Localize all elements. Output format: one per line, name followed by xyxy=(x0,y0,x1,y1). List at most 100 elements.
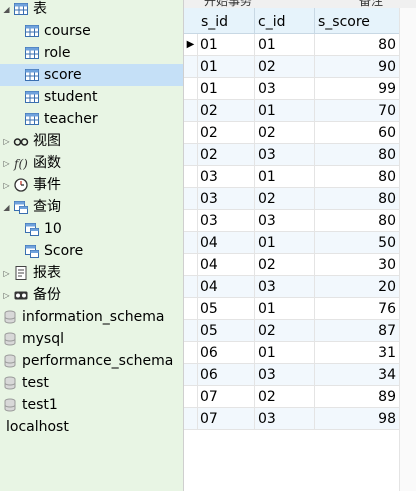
row-indicator[interactable] xyxy=(184,166,198,188)
navigator-item[interactable]: ▷ 备份 xyxy=(0,284,183,306)
collapse-arrow-icon[interactable]: ◢ xyxy=(2,203,11,212)
row-indicator[interactable] xyxy=(184,408,198,430)
navigator-item[interactable]: 10 xyxy=(0,218,183,240)
cell-c-id[interactable]: 02 xyxy=(255,386,315,408)
table-row[interactable]: ▶ 01 01 80 xyxy=(184,34,416,56)
cell-s-id[interactable]: 03 xyxy=(198,166,255,188)
cell-s-id[interactable]: 02 xyxy=(198,122,255,144)
cell-s-score[interactable]: 90 xyxy=(315,56,400,78)
navigator-item[interactable]: ▷ 视图 xyxy=(0,130,183,152)
table-row[interactable]: 02 01 70 xyxy=(184,100,416,122)
table-row[interactable]: 05 01 76 xyxy=(184,298,416,320)
table-row[interactable]: 01 03 99 xyxy=(184,78,416,100)
row-indicator[interactable] xyxy=(184,364,198,386)
cell-s-score[interactable]: 60 xyxy=(315,122,400,144)
column-header-s-id[interactable]: s_id xyxy=(198,8,255,34)
cell-c-id[interactable]: 01 xyxy=(255,342,315,364)
cell-c-id[interactable]: 01 xyxy=(255,100,315,122)
cell-s-id[interactable]: 01 xyxy=(198,78,255,100)
row-indicator[interactable] xyxy=(184,254,198,276)
expand-arrow-icon[interactable]: ▷ xyxy=(2,137,11,146)
cell-s-id[interactable]: 05 xyxy=(198,320,255,342)
navigator-item[interactable]: course xyxy=(0,20,183,42)
row-indicator[interactable] xyxy=(184,232,198,254)
table-row[interactable]: 06 03 34 xyxy=(184,364,416,386)
navigator-item[interactable]: score xyxy=(0,64,183,86)
cell-s-score[interactable]: 99 xyxy=(315,78,400,100)
table-row[interactable]: 02 03 80 xyxy=(184,144,416,166)
vertical-scrollbar[interactable] xyxy=(399,8,416,491)
cell-c-id[interactable]: 03 xyxy=(255,364,315,386)
cell-c-id[interactable]: 03 xyxy=(255,276,315,298)
cell-s-score[interactable]: 31 xyxy=(315,342,400,364)
table-row[interactable]: 07 03 98 xyxy=(184,408,416,430)
cell-s-score[interactable]: 80 xyxy=(315,166,400,188)
cell-s-score[interactable]: 34 xyxy=(315,364,400,386)
table-row[interactable]: 02 02 60 xyxy=(184,122,416,144)
navigator-item[interactable]: information_schema xyxy=(0,306,183,328)
cell-s-id[interactable]: 06 xyxy=(198,342,255,364)
navigator-item[interactable]: ◢ 表 xyxy=(0,0,183,20)
cell-s-score[interactable]: 80 xyxy=(315,34,400,56)
navigator-item[interactable]: mysql xyxy=(0,328,183,350)
cell-c-id[interactable]: 02 xyxy=(255,56,315,78)
cell-s-score[interactable]: 76 xyxy=(315,298,400,320)
table-row[interactable]: 07 02 89 xyxy=(184,386,416,408)
cell-s-score[interactable]: 80 xyxy=(315,210,400,232)
table-row[interactable]: 03 02 80 xyxy=(184,188,416,210)
column-header-s-score[interactable]: s_score xyxy=(315,8,400,34)
table-row[interactable]: 04 03 20 xyxy=(184,276,416,298)
navigator-item[interactable]: ◢ 查询 xyxy=(0,196,183,218)
cell-s-score[interactable]: 70 xyxy=(315,100,400,122)
table-row[interactable]: 04 02 30 xyxy=(184,254,416,276)
navigator-item[interactable]: student xyxy=(0,86,183,108)
cell-s-score[interactable]: 89 xyxy=(315,386,400,408)
cell-s-id[interactable]: 05 xyxy=(198,298,255,320)
row-indicator[interactable] xyxy=(184,188,198,210)
cell-s-id[interactable]: 01 xyxy=(198,34,255,56)
row-indicator[interactable] xyxy=(184,100,198,122)
cell-c-id[interactable]: 03 xyxy=(255,210,315,232)
expand-arrow-icon[interactable]: ▷ xyxy=(2,159,11,168)
row-indicator[interactable] xyxy=(184,144,198,166)
table-row[interactable]: 01 02 90 xyxy=(184,56,416,78)
expand-arrow-icon[interactable]: ▷ xyxy=(2,181,11,190)
navigator-item[interactable]: role xyxy=(0,42,183,64)
navigator-item[interactable]: ▷ 报表 xyxy=(0,262,183,284)
navigator-item[interactable]: test xyxy=(0,372,183,394)
cell-c-id[interactable]: 02 xyxy=(255,188,315,210)
collapse-arrow-icon[interactable]: ◢ xyxy=(2,5,11,14)
row-indicator[interactable] xyxy=(184,210,198,232)
cell-s-id[interactable]: 04 xyxy=(198,254,255,276)
navigator-item[interactable]: localhost xyxy=(0,416,183,438)
navigator-item[interactable]: performance_schema xyxy=(0,350,183,372)
cell-s-score[interactable]: 87 xyxy=(315,320,400,342)
cell-c-id[interactable]: 03 xyxy=(255,78,315,100)
cell-c-id[interactable]: 03 xyxy=(255,408,315,430)
table-row[interactable]: 03 03 80 xyxy=(184,210,416,232)
cell-s-id[interactable]: 03 xyxy=(198,210,255,232)
row-indicator[interactable] xyxy=(184,122,198,144)
cell-c-id[interactable]: 01 xyxy=(255,166,315,188)
cell-s-id[interactable]: 06 xyxy=(198,364,255,386)
table-row[interactable]: 04 01 50 xyxy=(184,232,416,254)
cell-s-id[interactable]: 01 xyxy=(198,56,255,78)
cell-c-id[interactable]: 01 xyxy=(255,232,315,254)
cell-s-score[interactable]: 98 xyxy=(315,408,400,430)
cell-s-id[interactable]: 03 xyxy=(198,188,255,210)
cell-s-score[interactable]: 30 xyxy=(315,254,400,276)
navigator-item[interactable]: Score xyxy=(0,240,183,262)
cell-c-id[interactable]: 02 xyxy=(255,320,315,342)
row-indicator[interactable] xyxy=(184,78,198,100)
row-indicator[interactable] xyxy=(184,298,198,320)
row-indicator[interactable] xyxy=(184,276,198,298)
cell-s-id[interactable]: 02 xyxy=(198,144,255,166)
cell-s-score[interactable]: 80 xyxy=(315,188,400,210)
cell-c-id[interactable]: 02 xyxy=(255,122,315,144)
cell-s-id[interactable]: 07 xyxy=(198,408,255,430)
navigator-item[interactable]: ▷ 事件 xyxy=(0,174,183,196)
cell-c-id[interactable]: 01 xyxy=(255,298,315,320)
cell-s-id[interactable]: 07 xyxy=(198,386,255,408)
row-indicator[interactable] xyxy=(184,56,198,78)
row-indicator[interactable] xyxy=(184,320,198,342)
